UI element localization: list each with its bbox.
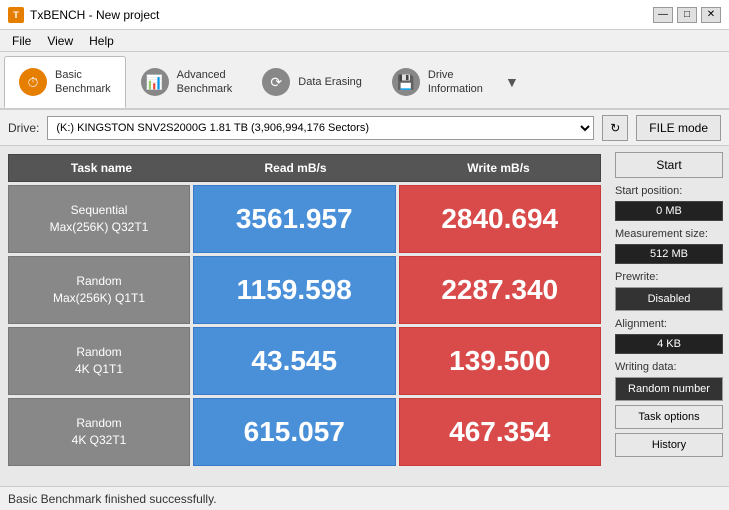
basic-benchmark-icon: ⏱	[19, 68, 47, 96]
basic-benchmark-label: BasicBenchmark	[55, 68, 111, 97]
bench-row-random-4k-q32: Random4K Q32T1 615.057 467.354	[8, 398, 601, 466]
task-options-button[interactable]: Task options	[615, 405, 723, 429]
minimize-button[interactable]: —	[653, 7, 673, 23]
header-task-name: Task name	[9, 161, 194, 175]
measurement-size-label: Measurement size:	[615, 228, 723, 240]
history-button[interactable]: History	[615, 433, 723, 457]
drive-information-icon: 💾	[392, 68, 420, 96]
bench-write-sequential: 2840.694	[399, 185, 602, 253]
bench-row-random-max: RandomMax(256K) Q1T1 1159.598 2287.340	[8, 256, 601, 324]
advanced-benchmark-label: AdvancedBenchmark	[177, 68, 233, 97]
bench-read-random-4k: 43.545	[193, 327, 396, 395]
file-mode-button[interactable]: FILE mode	[636, 115, 721, 141]
alignment-value: 4 KB	[615, 334, 723, 354]
bench-write-random-4k: 139.500	[399, 327, 602, 395]
maximize-button[interactable]: □	[677, 7, 697, 23]
prewrite-value[interactable]: Disabled	[615, 287, 723, 311]
drive-select[interactable]: (K:) KINGSTON SNV2S2000G 1.81 TB (3,906,…	[47, 116, 594, 140]
writing-data-value[interactable]: Random number	[615, 377, 723, 401]
toolbar-data-erasing[interactable]: ⟳ Data Erasing	[247, 56, 377, 108]
measurement-size-value: 512 MB	[615, 244, 723, 264]
bench-write-random-4k-q32: 467.354	[399, 398, 602, 466]
bench-name-random-4k: Random4K Q1T1	[8, 327, 190, 395]
header-write: Write mB/s	[397, 161, 600, 175]
data-erasing-icon: ⟳	[262, 68, 290, 96]
bench-read-random-max: 1159.598	[193, 256, 396, 324]
main-area: Task name Read mB/s Write mB/s Sequentia…	[0, 146, 729, 486]
advanced-benchmark-icon: 📊	[141, 68, 169, 96]
header-read: Read mB/s	[194, 161, 397, 175]
window-controls: — □ ✕	[653, 7, 721, 23]
bench-read-sequential: 3561.957	[193, 185, 396, 253]
drive-label: Drive:	[8, 121, 39, 135]
menu-file[interactable]: File	[4, 32, 39, 50]
bench-name-random-4k-q32: Random4K Q32T1	[8, 398, 190, 466]
right-panel: Start Start position: 0 MB Measurement s…	[609, 146, 729, 486]
prewrite-label: Prewrite:	[615, 271, 723, 283]
bench-row-sequential: SequentialMax(256K) Q32T1 3561.957 2840.…	[8, 185, 601, 253]
drive-information-label: DriveInformation	[428, 68, 483, 97]
app-icon: T	[8, 7, 24, 23]
drive-refresh-button[interactable]: ↻	[602, 115, 628, 141]
start-position-label: Start position:	[615, 185, 723, 197]
menu-bar: File View Help	[0, 30, 729, 52]
data-erasing-label: Data Erasing	[298, 75, 362, 89]
status-bar: Basic Benchmark finished successfully.	[0, 486, 729, 510]
bench-row-random-4k: Random4K Q1T1 43.545 139.500	[8, 327, 601, 395]
drive-row: Drive: (K:) KINGSTON SNV2S2000G 1.81 TB …	[0, 110, 729, 146]
window-title: TxBENCH - New project	[30, 8, 653, 22]
toolbar-dropdown-arrow[interactable]: ▼	[498, 74, 526, 90]
alignment-label: Alignment:	[615, 318, 723, 330]
toolbar-advanced-benchmark[interactable]: 📊 AdvancedBenchmark	[126, 56, 248, 108]
status-text: Basic Benchmark finished successfully.	[8, 492, 217, 506]
bench-read-random-4k-q32: 615.057	[193, 398, 396, 466]
toolbar-basic-benchmark[interactable]: ⏱ BasicBenchmark	[4, 56, 126, 108]
menu-view[interactable]: View	[39, 32, 81, 50]
start-position-value: 0 MB	[615, 201, 723, 221]
close-button[interactable]: ✕	[701, 7, 721, 23]
title-bar: T TxBENCH - New project — □ ✕	[0, 0, 729, 30]
writing-data-label: Writing data:	[615, 361, 723, 373]
start-button[interactable]: Start	[615, 152, 723, 178]
menu-help[interactable]: Help	[81, 32, 122, 50]
toolbar: ⏱ BasicBenchmark 📊 AdvancedBenchmark ⟳ D…	[0, 52, 729, 110]
bench-name-sequential: SequentialMax(256K) Q32T1	[8, 185, 190, 253]
toolbar-drive-information[interactable]: 💾 DriveInformation	[377, 56, 498, 108]
bench-write-random-max: 2287.340	[399, 256, 602, 324]
benchmark-area: Task name Read mB/s Write mB/s Sequentia…	[0, 146, 609, 486]
bench-name-random-max: RandomMax(256K) Q1T1	[8, 256, 190, 324]
bench-header: Task name Read mB/s Write mB/s	[8, 154, 601, 182]
